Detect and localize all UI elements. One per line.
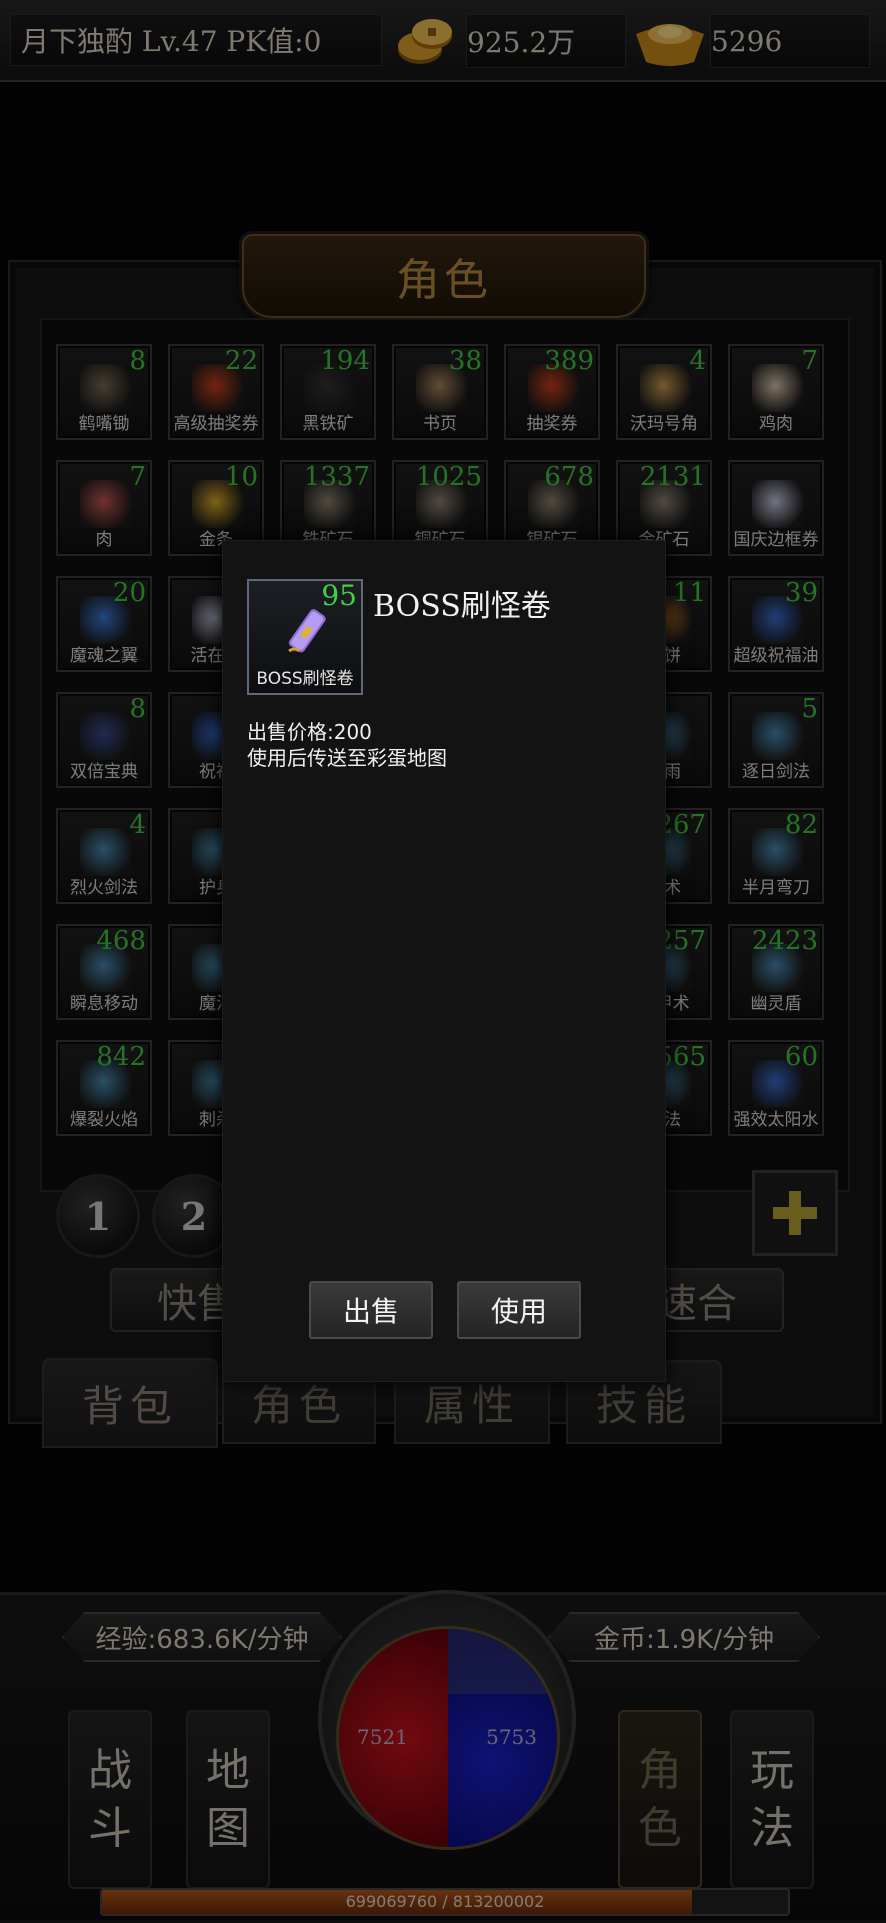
popup-slot-label: BOSS刷怪卷 <box>256 669 354 689</box>
popup-effect: 使用后传送至彩蛋地图 <box>247 746 447 770</box>
use-button[interactable]: 使用 <box>457 1281 581 1339</box>
popup-item-name: BOSS刷怪卷 <box>373 589 551 624</box>
popup-item-slot: 95 BOSS刷怪卷 <box>247 579 363 695</box>
item-detail-popup: 95 BOSS刷怪卷 BOSS刷怪卷 出售价格:200 使用后传送至彩蛋地图 出… <box>222 540 666 1382</box>
popup-item-count: 95 <box>321 579 357 612</box>
popup-description: 出售价格:200 使用后传送至彩蛋地图 <box>247 719 447 771</box>
popup-price: 出售价格:200 <box>247 720 372 744</box>
sell-button[interactable]: 出售 <box>309 1281 433 1339</box>
